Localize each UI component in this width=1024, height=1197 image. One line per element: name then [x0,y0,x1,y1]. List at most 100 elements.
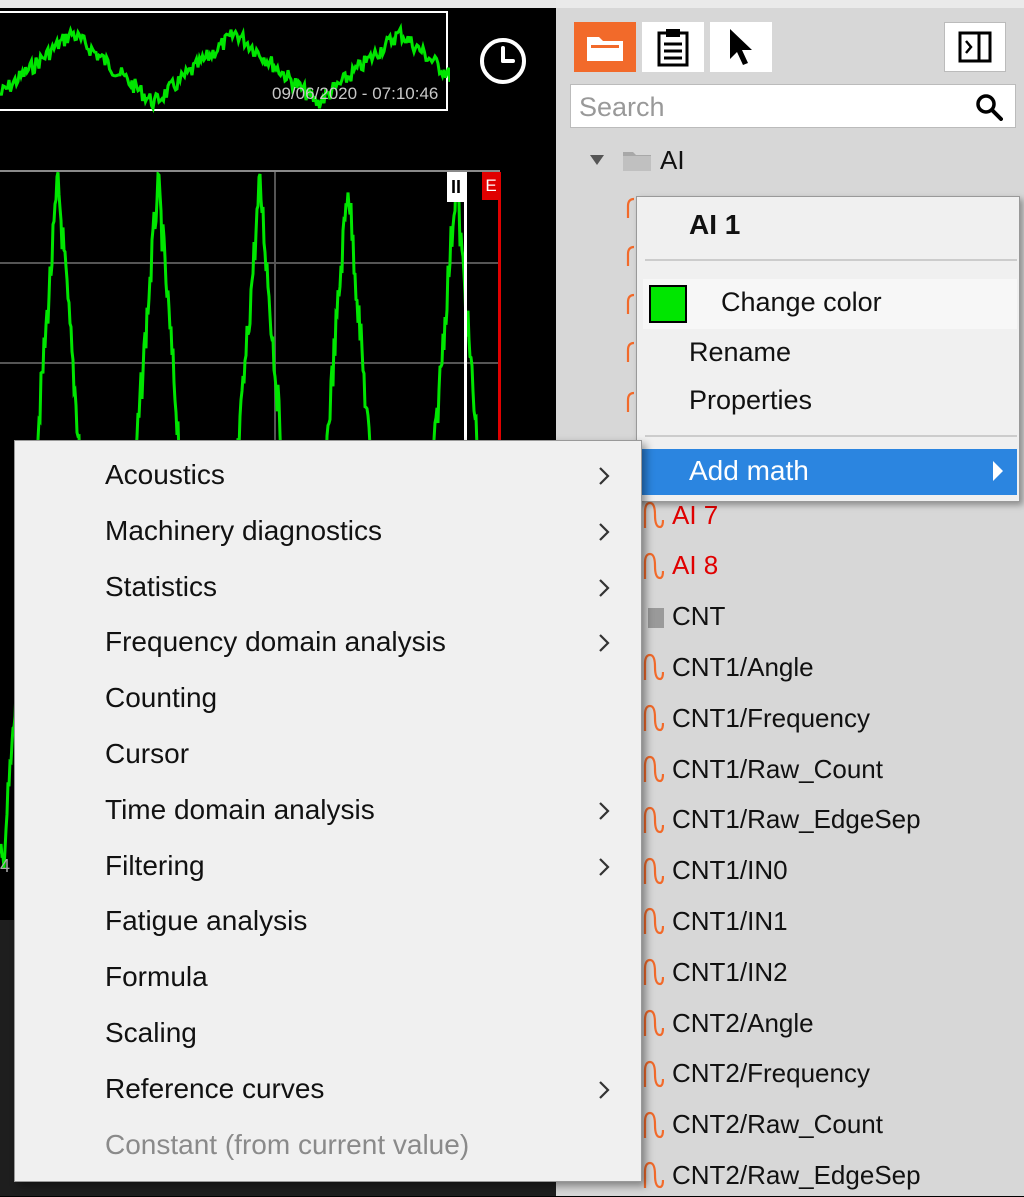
math-menu-label: Statistics [105,570,218,602]
math-menu-item[interactable]: Reference curves [15,1063,641,1115]
pointer-icon [730,29,752,65]
tree-item[interactable]: CNT2/Frequency [642,1052,870,1096]
math-menu-label: Filtering [105,849,205,881]
properties-item[interactable]: Properties [689,385,812,416]
chevron-right-icon [599,467,610,485]
tree-item-label: CNT2/Raw_EdgeSep [672,1159,921,1190]
tree-item[interactable]: CNT1/Raw_EdgeSep [642,798,921,842]
tree-item-label: CNT1/IN2 [672,956,788,987]
menu-separator [645,259,1017,261]
pointer-button[interactable] [710,22,772,72]
tree-item[interactable]: AI 8 [642,544,718,588]
chevron-right-icon [599,634,610,653]
math-menu-item: Constant (from current value) [15,1119,641,1171]
math-menu-item[interactable]: Statistics [15,561,641,613]
clipboard-icon [657,29,689,67]
tree-item[interactable]: CNT1/IN2 [642,950,788,994]
math-menu-item[interactable]: Frequency domain analysis [15,616,641,668]
math-menu-item[interactable]: Scaling [15,1007,641,1059]
panel-toggle-icon [958,31,992,63]
signal-icon [643,705,664,732]
chevron-right-icon [599,1081,610,1099]
tree-item[interactable]: CNT1/Frequency [642,696,870,740]
math-menu-label: Scaling [105,1017,197,1048]
search-icon[interactable] [975,93,1003,121]
add-math-item[interactable]: Add math [639,449,1017,495]
chevron-right-icon [599,802,610,820]
rename-item[interactable]: Rename [689,337,791,368]
signal-icon [643,857,664,884]
tree-item[interactable]: CNT2/Raw_EdgeSep [642,1153,921,1197]
math-menu-label: Reference curves [105,1072,325,1104]
math-menu-item[interactable]: Cursor [15,728,641,780]
tree-item-label: CNT1/Angle [672,651,814,682]
top-strip [0,0,560,8]
tree-item-label: CNT2/Angle [672,1007,814,1038]
math-menu-label: Machinery diagnostics [105,514,383,546]
collapse-arrow-icon[interactable] [588,153,606,167]
change-color-label: Change color [721,287,882,317]
math-submenu: Acoustics Machinery diagnostics Statistics… [14,440,642,1182]
tree-item[interactable]: CNT2/Angle [642,1001,814,1045]
math-menu-label: Cursor [105,738,190,769]
math-menu-label: Fatigue analysis [105,905,308,937]
search-input[interactable] [577,89,961,125]
panel-toggle-button[interactable] [944,22,1006,72]
submenu-arrow-icon [993,461,1003,481]
tree-item[interactable]: CNT1/IN1 [642,899,788,943]
math-menu-item[interactable]: Acoustics [15,449,641,501]
signal-icon [643,806,664,833]
chevron-right-icon [599,857,610,876]
math-menu-item[interactable]: Counting [15,672,641,724]
channels-tab-button[interactable] [574,22,636,72]
math-menu-label: Time domain analysis [105,793,375,825]
chevron-right-icon [599,578,610,597]
math-menu-label: Frequency domain analysis [105,626,446,658]
math-menu-label: Formula [105,961,208,993]
tree-item-label: CNT1/IN0 [672,855,788,886]
signal-icon [643,654,664,681]
overview-timestamp: 09/06/2020 - 07:10:46 [272,84,439,103]
menu-title: AI 1 [689,209,741,240]
axis-tick-label: 4 [0,856,11,876]
change-color-item[interactable]: Change color [643,279,1017,329]
tree-group-item[interactable]: CNT [642,595,725,639]
math-menu-item[interactable]: Fatigue analysis [15,895,641,947]
chevron-right-icon [599,523,610,541]
signal-icon [643,1111,664,1138]
signal-icon [643,1060,664,1087]
add-math-label: Add math [689,455,809,486]
tree-item[interactable]: CNT2/Raw_Count [642,1103,883,1147]
math-menu-item[interactable]: Filtering [15,840,641,892]
tree-item-label: CNT2/Raw_Count [672,1109,883,1140]
channel-context-menu: AI 1 Change color Rename Properties Add … [636,196,1020,502]
math-menu-item[interactable]: Formula [15,951,641,1003]
clock-icon[interactable] [478,36,528,86]
math-menu-label: Acoustics [105,459,225,490]
tree-item-label: AI 7 [672,499,719,530]
tree-item[interactable]: CNT1/IN0 [642,849,788,893]
tree-item-label: AI 8 [672,550,719,581]
tree-item-label: CNT [672,601,726,632]
folder-icon [587,37,623,61]
tree-item[interactable]: CNT1/Angle [642,645,814,689]
tree-item-label: CNT1/IN1 [672,905,788,936]
tree-group-ai[interactable]: AI [588,138,685,182]
clipboard-button[interactable] [642,22,704,72]
folder-icon [623,152,651,171]
signal-icon [643,755,664,783]
tree-item-label: CNT1/Frequency [672,702,870,733]
cursor-end-handle[interactable]: E [482,172,500,200]
math-menu-label: Counting [105,682,218,714]
search-box[interactable] [570,84,1016,128]
menu-separator [645,435,1017,437]
cursor-handle[interactable]: II [447,172,465,202]
signal-icon [643,1009,664,1037]
tree-item[interactable]: CNT1/Raw_Count [642,747,883,791]
tree-item-label: CNT1/Raw_Count [672,753,883,784]
signal-icon [643,1162,664,1189]
math-menu-item[interactable]: Machinery diagnostics [15,505,641,557]
math-menu-item[interactable]: Time domain analysis [15,784,641,836]
signal-icon [643,501,664,529]
color-swatch [649,285,687,323]
